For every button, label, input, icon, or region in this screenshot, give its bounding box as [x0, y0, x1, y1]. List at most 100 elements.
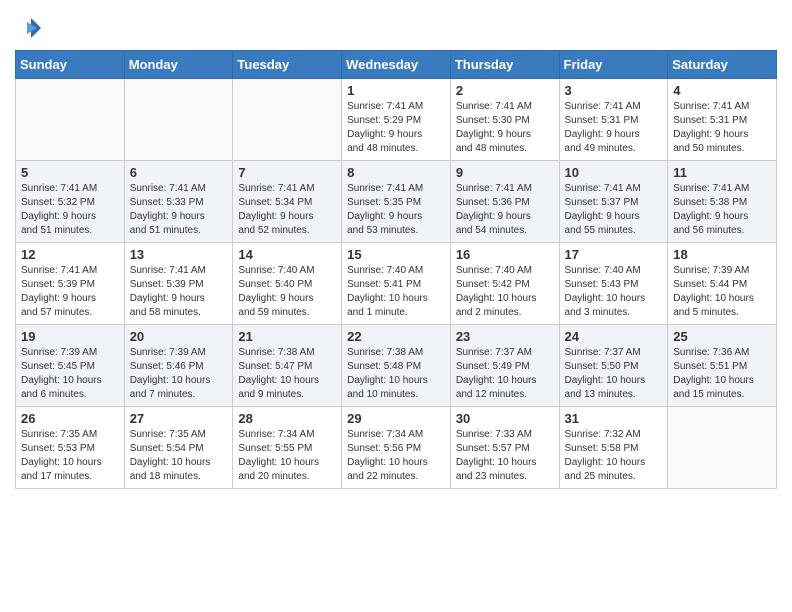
day-info-31: Sunrise: 7:32 AM Sunset: 5:58 PM Dayligh… [565, 428, 663, 484]
day-cell-15: 15 Sunrise: 7:40 AM Sunset: 5:41 PM Dayli… [342, 243, 451, 325]
weekday-header-row: SundayMondayTuesdayWednesdayThursdayFrid… [16, 51, 777, 79]
day-number-11: 11 [673, 165, 771, 180]
day-number-22: 22 [347, 329, 445, 344]
day-info-12: Sunrise: 7:41 AM Sunset: 5:39 PM Dayligh… [21, 264, 119, 320]
day-number-3: 3 [565, 83, 663, 98]
day-cell-8: 8Sunrise: 7:41 AM Sunset: 5:35 PM Daylig… [342, 161, 451, 243]
day-info-28: Sunrise: 7:34 AM Sunset: 5:55 PM Dayligh… [238, 428, 336, 484]
day-info-6: Sunrise: 7:41 AM Sunset: 5:33 PM Dayligh… [130, 182, 228, 238]
day-number-19: 19 [21, 329, 119, 344]
day-cell-24: 24Sunrise: 7:37 AM Sunset: 5:50 PM Dayli… [559, 325, 668, 407]
day-info-7: Sunrise: 7:41 AM Sunset: 5:34 PM Dayligh… [238, 182, 336, 238]
empty-cell [16, 79, 125, 161]
weekday-header-sunday: Sunday [16, 51, 125, 79]
day-cell-4: 4 Sunrise: 7:41 AM Sunset: 5:31 PM Daylig… [668, 79, 777, 161]
day-cell-29: 29 Sunrise: 7:34 AM Sunset: 5:56 PM Dayli… [342, 407, 451, 489]
day-cell-20: 20 Sunrise: 7:39 AM Sunset: 5:46 PM Dayli… [124, 325, 233, 407]
day-cell-30: 30 Sunrise: 7:33 AM Sunset: 5:57 PM Dayli… [450, 407, 559, 489]
day-info-25: Sunrise: 7:36 AM Sunset: 5:51 PM Dayligh… [673, 346, 771, 402]
day-number-10: 10 [565, 165, 663, 180]
week-row-2: 5Sunrise: 7:41 AM Sunset: 5:32 PM Daylig… [16, 161, 777, 243]
day-number-20: 20 [130, 329, 228, 344]
day-info-16: Sunrise: 7:40 AM Sunset: 5:42 PM Dayligh… [456, 264, 554, 320]
day-cell-13: 13 Sunrise: 7:41 AM Sunset: 5:39 PM Dayli… [124, 243, 233, 325]
day-info-8: Sunrise: 7:41 AM Sunset: 5:35 PM Dayligh… [347, 182, 445, 238]
day-info-3: Sunrise: 7:41 AM Sunset: 5:31 PM Dayligh… [565, 100, 663, 156]
empty-cell [668, 407, 777, 489]
day-info-24: Sunrise: 7:37 AM Sunset: 5:50 PM Dayligh… [565, 346, 663, 402]
day-number-1: 1 [347, 83, 445, 98]
day-number-27: 27 [130, 411, 228, 426]
day-cell-9: 9 Sunrise: 7:41 AM Sunset: 5:36 PM Daylig… [450, 161, 559, 243]
day-cell-22: 22 Sunrise: 7:38 AM Sunset: 5:48 PM Dayli… [342, 325, 451, 407]
day-info-19: Sunrise: 7:39 AM Sunset: 5:45 PM Dayligh… [21, 346, 119, 402]
day-number-4: 4 [673, 83, 771, 98]
day-cell-31: 31 Sunrise: 7:32 AM Sunset: 5:58 PM Dayli… [559, 407, 668, 489]
day-number-30: 30 [456, 411, 554, 426]
page-header [15, 10, 777, 42]
day-cell-18: 18Sunrise: 7:39 AM Sunset: 5:44 PM Dayli… [668, 243, 777, 325]
day-number-6: 6 [130, 165, 228, 180]
day-cell-16: 16 Sunrise: 7:40 AM Sunset: 5:42 PM Dayli… [450, 243, 559, 325]
weekday-header-thursday: Thursday [450, 51, 559, 79]
day-number-29: 29 [347, 411, 445, 426]
day-info-29: Sunrise: 7:34 AM Sunset: 5:56 PM Dayligh… [347, 428, 445, 484]
day-info-15: Sunrise: 7:40 AM Sunset: 5:41 PM Dayligh… [347, 264, 445, 320]
day-info-10: Sunrise: 7:41 AM Sunset: 5:37 PM Dayligh… [565, 182, 663, 238]
calendar: SundayMondayTuesdayWednesdayThursdayFrid… [15, 50, 777, 489]
day-info-9: Sunrise: 7:41 AM Sunset: 5:36 PM Dayligh… [456, 182, 554, 238]
day-cell-17: 17Sunrise: 7:40 AM Sunset: 5:43 PM Dayli… [559, 243, 668, 325]
day-info-23: Sunrise: 7:37 AM Sunset: 5:49 PM Dayligh… [456, 346, 554, 402]
day-info-17: Sunrise: 7:40 AM Sunset: 5:43 PM Dayligh… [565, 264, 663, 320]
logo [15, 14, 47, 42]
day-number-31: 31 [565, 411, 663, 426]
day-info-11: Sunrise: 7:41 AM Sunset: 5:38 PM Dayligh… [673, 182, 771, 238]
day-number-21: 21 [238, 329, 336, 344]
day-cell-25: 25Sunrise: 7:36 AM Sunset: 5:51 PM Dayli… [668, 325, 777, 407]
day-number-2: 2 [456, 83, 554, 98]
day-info-27: Sunrise: 7:35 AM Sunset: 5:54 PM Dayligh… [130, 428, 228, 484]
week-row-3: 12 Sunrise: 7:41 AM Sunset: 5:39 PM Dayli… [16, 243, 777, 325]
day-cell-5: 5Sunrise: 7:41 AM Sunset: 5:32 PM Daylig… [16, 161, 125, 243]
day-info-13: Sunrise: 7:41 AM Sunset: 5:39 PM Dayligh… [130, 264, 228, 320]
day-number-28: 28 [238, 411, 336, 426]
day-cell-21: 21 Sunrise: 7:38 AM Sunset: 5:47 PM Dayli… [233, 325, 342, 407]
day-number-14: 14 [238, 247, 336, 262]
day-number-15: 15 [347, 247, 445, 262]
day-info-21: Sunrise: 7:38 AM Sunset: 5:47 PM Dayligh… [238, 346, 336, 402]
day-cell-2: 2 Sunrise: 7:41 AM Sunset: 5:30 PM Daylig… [450, 79, 559, 161]
day-number-23: 23 [456, 329, 554, 344]
day-number-12: 12 [21, 247, 119, 262]
weekday-header-tuesday: Tuesday [233, 51, 342, 79]
day-number-7: 7 [238, 165, 336, 180]
weekday-header-wednesday: Wednesday [342, 51, 451, 79]
day-cell-26: 26 Sunrise: 7:35 AM Sunset: 5:53 PM Dayli… [16, 407, 125, 489]
day-cell-3: 3 Sunrise: 7:41 AM Sunset: 5:31 PM Daylig… [559, 79, 668, 161]
weekday-header-friday: Friday [559, 51, 668, 79]
day-info-22: Sunrise: 7:38 AM Sunset: 5:48 PM Dayligh… [347, 346, 445, 402]
day-number-13: 13 [130, 247, 228, 262]
day-cell-14: 14 Sunrise: 7:40 AM Sunset: 5:40 PM Dayli… [233, 243, 342, 325]
day-cell-1: 1 Sunrise: 7:41 AM Sunset: 5:29 PM Daylig… [342, 79, 451, 161]
day-number-9: 9 [456, 165, 554, 180]
week-row-4: 19 Sunrise: 7:39 AM Sunset: 5:45 PM Dayli… [16, 325, 777, 407]
day-cell-23: 23 Sunrise: 7:37 AM Sunset: 5:49 PM Dayli… [450, 325, 559, 407]
day-info-2: Sunrise: 7:41 AM Sunset: 5:30 PM Dayligh… [456, 100, 554, 156]
day-cell-7: 7 Sunrise: 7:41 AM Sunset: 5:34 PM Daylig… [233, 161, 342, 243]
empty-cell [124, 79, 233, 161]
day-cell-6: 6 Sunrise: 7:41 AM Sunset: 5:33 PM Daylig… [124, 161, 233, 243]
day-info-14: Sunrise: 7:40 AM Sunset: 5:40 PM Dayligh… [238, 264, 336, 320]
day-info-26: Sunrise: 7:35 AM Sunset: 5:53 PM Dayligh… [21, 428, 119, 484]
day-number-16: 16 [456, 247, 554, 262]
day-info-20: Sunrise: 7:39 AM Sunset: 5:46 PM Dayligh… [130, 346, 228, 402]
day-cell-19: 19 Sunrise: 7:39 AM Sunset: 5:45 PM Dayli… [16, 325, 125, 407]
day-number-26: 26 [21, 411, 119, 426]
day-info-30: Sunrise: 7:33 AM Sunset: 5:57 PM Dayligh… [456, 428, 554, 484]
day-cell-10: 10 Sunrise: 7:41 AM Sunset: 5:37 PM Dayli… [559, 161, 668, 243]
day-info-1: Sunrise: 7:41 AM Sunset: 5:29 PM Dayligh… [347, 100, 445, 156]
weekday-header-monday: Monday [124, 51, 233, 79]
day-number-18: 18 [673, 247, 771, 262]
weekday-header-saturday: Saturday [668, 51, 777, 79]
day-info-5: Sunrise: 7:41 AM Sunset: 5:32 PM Dayligh… [21, 182, 119, 238]
day-info-4: Sunrise: 7:41 AM Sunset: 5:31 PM Dayligh… [673, 100, 771, 156]
